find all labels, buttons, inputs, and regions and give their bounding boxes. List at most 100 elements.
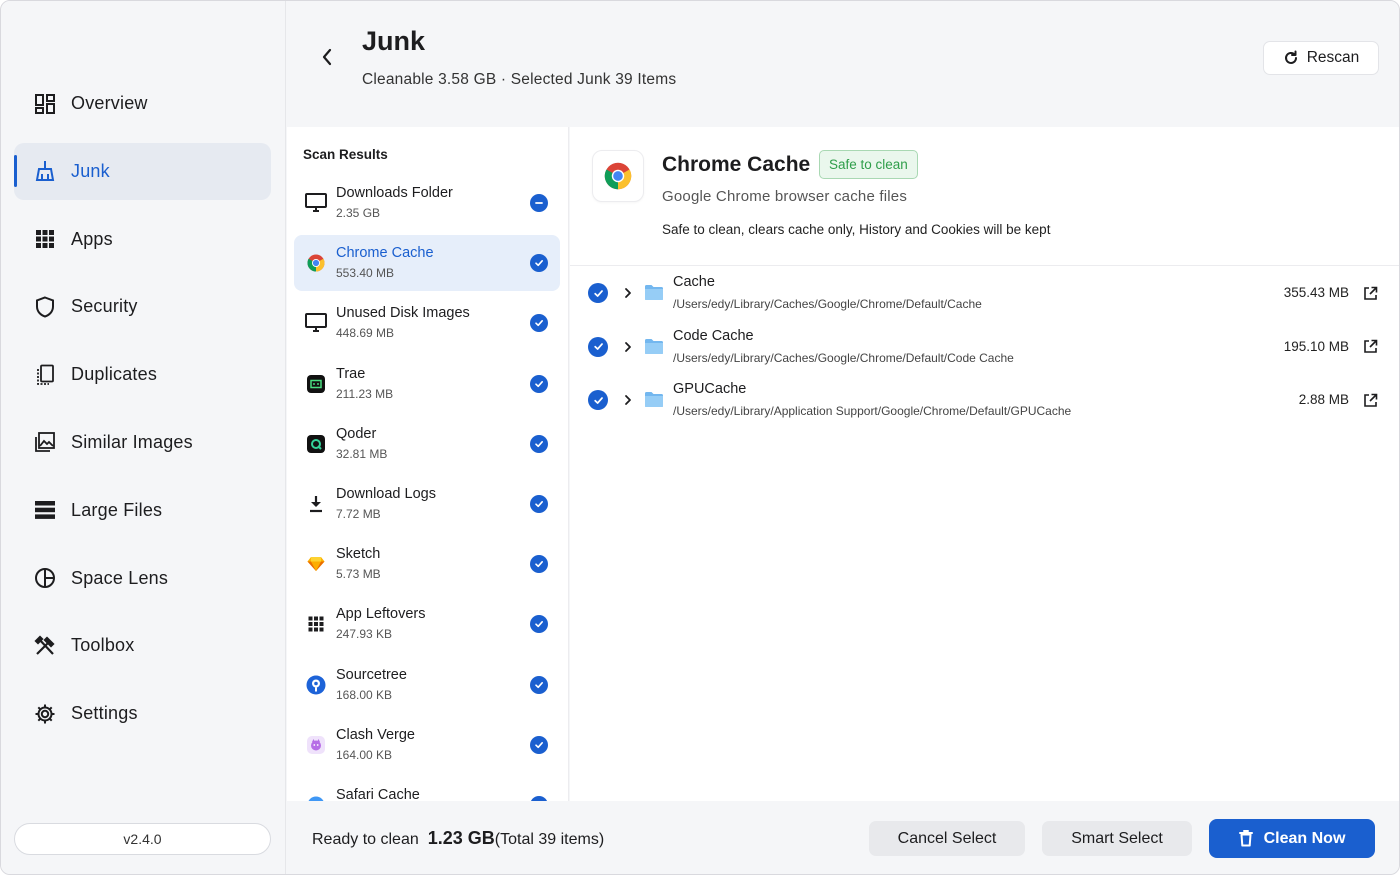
sidebar-item-similar-images[interactable]: Similar Images xyxy=(14,414,271,471)
result-item-app-leftovers[interactable]: App Leftovers 247.93 KB xyxy=(294,596,560,652)
result-item-size: 168.00 KB xyxy=(336,687,393,702)
safari-icon xyxy=(304,793,328,801)
result-item-size: 7.72 MB xyxy=(336,506,381,521)
result-item-name: Downloads Folder xyxy=(336,185,453,201)
chrome-icon xyxy=(592,150,644,202)
sidebar-item-label: Duplicates xyxy=(71,364,158,385)
result-item-name: App Leftovers xyxy=(336,606,426,623)
file-path: /Users/edy/Library/Caches/Google/Chrome/… xyxy=(673,350,1014,365)
duplicates-icon xyxy=(33,363,57,387)
refresh-icon xyxy=(1284,50,1297,64)
trae-icon xyxy=(304,372,328,396)
sidebar-item-settings[interactable]: Settings xyxy=(14,685,271,742)
detail-title: Chrome Cache xyxy=(662,153,811,176)
toolbox-icon xyxy=(33,634,57,658)
broom-icon xyxy=(33,159,57,183)
clash-verge-icon xyxy=(304,733,328,757)
chrome-icon xyxy=(304,251,328,275)
file-row-cache[interactable]: Cache /Users/edy/Library/Caches/Google/C… xyxy=(570,266,1399,320)
result-item-name: Chrome Cache xyxy=(336,245,434,262)
sidebar-item-toolbox[interactable]: Toolbox xyxy=(14,617,271,674)
overview-icon xyxy=(33,92,57,116)
open-external-icon[interactable] xyxy=(1362,285,1378,301)
result-item-download-logs[interactable]: Download Logs 7.72 MB xyxy=(294,476,560,532)
checkmark-icon[interactable] xyxy=(588,336,608,357)
file-name: Cache xyxy=(673,274,715,290)
monitor-icon xyxy=(304,191,328,215)
sidebar-item-space-lens[interactable]: Space Lens xyxy=(14,550,271,607)
shield-icon xyxy=(33,295,57,319)
checkmark-icon[interactable] xyxy=(530,555,548,574)
checkmark-icon[interactable] xyxy=(530,254,548,273)
chevron-right-icon[interactable] xyxy=(622,285,634,301)
cancel-select-button[interactable]: Cancel Select xyxy=(869,821,1025,856)
apps-grid-icon xyxy=(33,227,57,251)
clean-now-label: Clean Now xyxy=(1263,829,1346,847)
sidebar-item-apps[interactable]: Apps xyxy=(14,211,271,268)
sidebar-item-label: Large Files xyxy=(71,499,163,520)
ready-to-clean-summary: Ready to clean 1.23 GB (Total 39 items) xyxy=(312,828,604,849)
checkmark-icon[interactable] xyxy=(530,615,548,634)
result-item-name: Unused Disk Images xyxy=(336,305,470,322)
result-item-qoder[interactable]: Qoder 32.81 MB xyxy=(294,416,560,472)
result-item-size: 5.73 MB xyxy=(336,567,381,582)
file-row-gpucache[interactable]: GPUCache /Users/edy/Library/Application … xyxy=(570,373,1399,427)
chevron-right-icon[interactable] xyxy=(622,339,634,355)
detail-description: Google Chrome browser cache files xyxy=(662,188,908,205)
sidebar-item-large-files[interactable]: Large Files xyxy=(14,482,271,539)
checkmark-icon[interactable] xyxy=(588,283,608,303)
rescan-button[interactable]: Rescan xyxy=(1263,41,1379,75)
open-external-icon[interactable] xyxy=(1362,339,1378,355)
sidebar-item-overview[interactable]: Overview xyxy=(14,75,271,132)
file-size: 195.10 MB xyxy=(1283,338,1349,354)
file-row-code-cache[interactable]: Code Cache /Users/edy/Library/Caches/Goo… xyxy=(570,320,1399,374)
result-item-size: 448.69 MB xyxy=(336,326,395,341)
checkmark-icon[interactable] xyxy=(530,374,548,393)
checkmark-icon[interactable] xyxy=(530,675,548,694)
result-item-sourcetree[interactable]: Sourcetree 168.00 KB xyxy=(294,657,560,713)
result-item-safari-cache[interactable]: Safari Cache xyxy=(294,777,560,801)
partial-check-icon[interactable] xyxy=(530,194,548,212)
checkmark-icon[interactable] xyxy=(530,314,548,333)
clean-now-button[interactable]: Clean Now xyxy=(1209,819,1375,858)
gear-icon xyxy=(33,702,57,726)
folder-icon xyxy=(644,284,664,301)
apps-grid-icon xyxy=(304,612,328,636)
result-item-chrome-cache[interactable]: Chrome Cache 553.40 MB xyxy=(294,235,560,292)
result-item-trae[interactable]: Trae 211.23 MB xyxy=(294,356,560,412)
ready-label: Ready to clean xyxy=(312,831,419,848)
result-item-unused-disk-images[interactable]: Unused Disk Images 448.69 MB xyxy=(294,295,560,351)
ready-amount: 1.23 GB xyxy=(427,828,495,848)
chevron-right-icon[interactable] xyxy=(622,392,634,408)
file-path: /Users/edy/Library/Application Support/G… xyxy=(673,404,1072,419)
sidebar-item-junk[interactable]: Junk xyxy=(14,142,271,200)
sidebar-item-security[interactable]: Security xyxy=(14,278,271,335)
checkmark-icon[interactable] xyxy=(530,735,548,754)
sidebar-nav: Overview Junk Apps Security Duplicates S… xyxy=(14,75,271,753)
smart-select-button[interactable]: Smart Select xyxy=(1042,821,1192,856)
app-window: Overview Junk Apps Security Duplicates S… xyxy=(0,0,1400,875)
file-size: 355.43 MB xyxy=(1283,285,1349,300)
result-item-sketch[interactable]: Sketch 5.73 MB xyxy=(294,536,560,592)
large-files-icon xyxy=(33,498,57,522)
result-item-size: 164.00 KB xyxy=(336,747,393,762)
scan-results-panel: Scan Results Downloads Folder 2.35 GB Ch… xyxy=(287,127,569,801)
checkmark-icon[interactable] xyxy=(588,390,608,411)
result-item-name: Sketch xyxy=(336,546,381,563)
result-item-name: Qoder xyxy=(336,425,377,442)
open-external-icon[interactable] xyxy=(1362,392,1378,408)
result-item-downloads-folder[interactable]: Downloads Folder 2.35 GB xyxy=(294,175,560,231)
sidebar-item-duplicates[interactable]: Duplicates xyxy=(14,346,271,403)
file-size: 2.88 MB xyxy=(1298,392,1349,408)
result-item-name: Safari Cache xyxy=(336,786,420,801)
checkmark-icon[interactable] xyxy=(530,434,548,453)
sidebar-item-label: Security xyxy=(71,296,138,317)
back-button[interactable] xyxy=(313,43,341,71)
checkmark-icon[interactable] xyxy=(530,494,548,513)
page-title: Junk xyxy=(362,26,426,56)
sidebar-item-label: Similar Images xyxy=(71,431,193,452)
result-item-clash-verge[interactable]: Clash Verge 164.00 KB xyxy=(294,717,560,773)
qoder-icon xyxy=(304,432,328,456)
sidebar-item-label: Apps xyxy=(71,228,113,249)
result-item-size: 247.93 KB xyxy=(336,627,393,642)
